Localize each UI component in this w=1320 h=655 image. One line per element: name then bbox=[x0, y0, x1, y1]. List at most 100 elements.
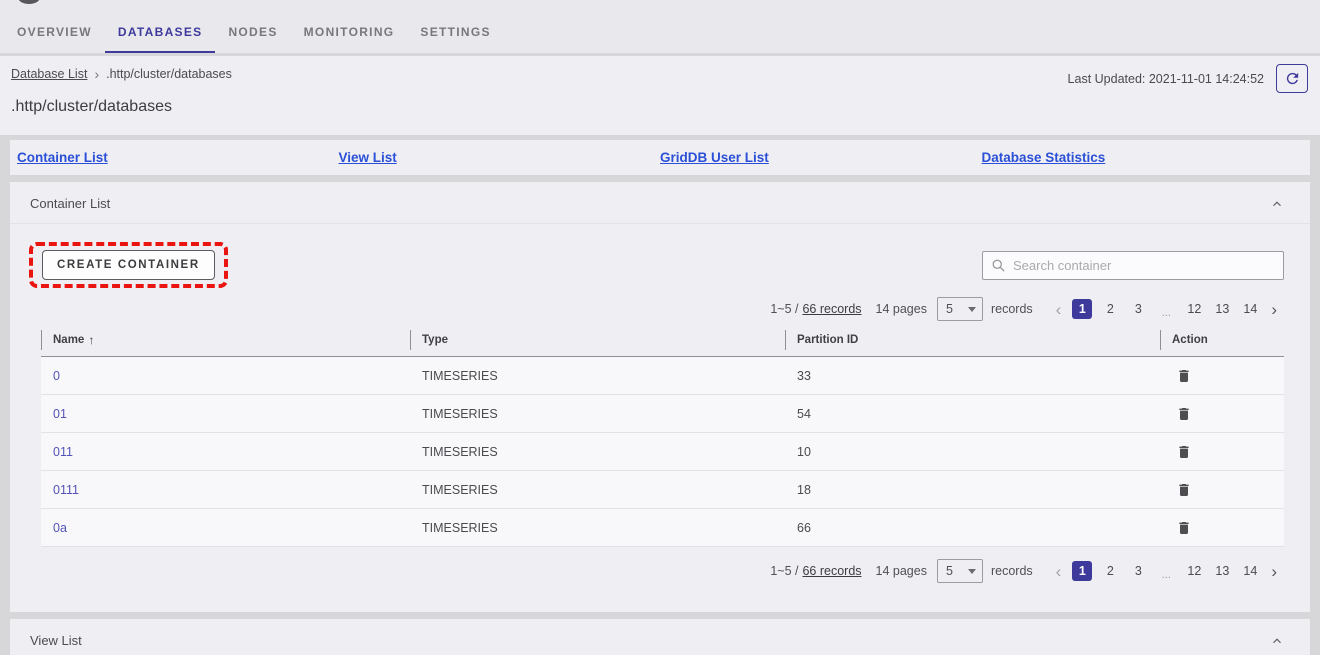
column-header-action: Action bbox=[1160, 330, 1284, 350]
page-ellipsis: ... bbox=[1156, 299, 1176, 319]
page-number-3[interactable]: 3 bbox=[1128, 299, 1148, 319]
page-number-14[interactable]: 14 bbox=[1240, 299, 1260, 319]
next-page-icon[interactable]: › bbox=[1264, 563, 1284, 580]
records-suffix-label: records bbox=[991, 302, 1033, 316]
column-header-type[interactable]: Type bbox=[410, 330, 785, 350]
prev-page-icon[interactable]: ‹ bbox=[1049, 563, 1069, 580]
sort-ascending-icon: ↑ bbox=[88, 333, 94, 347]
container-name-link[interactable]: 0111 bbox=[53, 483, 79, 497]
container-type-cell: TIMESERIES bbox=[410, 407, 785, 421]
caret-down-icon bbox=[968, 307, 976, 312]
page-size-select[interactable]: 5 bbox=[937, 559, 983, 583]
pagination-bottom: 1~5 / 66 records 14 pages 5 records ‹ 1 … bbox=[41, 559, 1284, 583]
refresh-icon bbox=[1284, 70, 1301, 87]
table-row: 0111 TIMESERIES 18 bbox=[41, 471, 1284, 509]
section-links-bar: Container List View List GridDB User Lis… bbox=[10, 140, 1310, 175]
partition-id-cell: 33 bbox=[785, 369, 1160, 383]
delete-container-button[interactable] bbox=[1174, 403, 1194, 425]
search-icon bbox=[991, 258, 1006, 273]
page-navigation: ‹ 1 2 3 ... 12 13 14 › bbox=[1049, 561, 1284, 581]
prev-page-icon[interactable]: ‹ bbox=[1049, 301, 1069, 318]
container-name-link[interactable]: 0 bbox=[53, 369, 60, 383]
next-page-icon[interactable]: › bbox=[1264, 301, 1284, 318]
link-container-list[interactable]: Container List bbox=[17, 150, 339, 165]
container-name-link[interactable]: 011 bbox=[53, 445, 73, 459]
page-number-2[interactable]: 2 bbox=[1100, 561, 1120, 581]
page-number-2[interactable]: 2 bbox=[1100, 299, 1120, 319]
container-list-panel-header: Container List bbox=[10, 182, 1310, 224]
delete-container-button[interactable] bbox=[1174, 365, 1194, 387]
page-number-12[interactable]: 12 bbox=[1184, 561, 1204, 581]
container-type-cell: TIMESERIES bbox=[410, 483, 785, 497]
pages-count-text: 14 pages bbox=[876, 564, 927, 578]
refresh-button[interactable] bbox=[1276, 64, 1308, 93]
search-container-input[interactable] bbox=[1013, 258, 1275, 273]
partition-id-cell: 66 bbox=[785, 521, 1160, 535]
create-container-button[interactable]: CREATE CONTAINER bbox=[42, 250, 215, 280]
pagination-top: 1~5 / 66 records 14 pages 5 records ‹ 1 … bbox=[41, 297, 1284, 321]
delete-container-button[interactable] bbox=[1174, 517, 1194, 539]
breadcrumb-separator: › bbox=[94, 67, 99, 81]
table-row: 0 TIMESERIES 33 bbox=[41, 357, 1284, 395]
page-size-value: 5 bbox=[946, 302, 953, 316]
link-view-list[interactable]: View List bbox=[339, 150, 661, 165]
page-navigation: ‹ 1 2 3 ... 12 13 14 › bbox=[1049, 299, 1284, 319]
view-list-panel-header: View List bbox=[10, 619, 1310, 655]
tab-overview[interactable]: OVERVIEW bbox=[4, 15, 105, 53]
tab-settings[interactable]: SETTINGS bbox=[407, 15, 503, 53]
page-size-select[interactable]: 5 bbox=[937, 297, 983, 321]
column-header-partition-id[interactable]: Partition ID bbox=[785, 330, 1160, 350]
column-header-name[interactable]: Name ↑ bbox=[41, 330, 410, 350]
page-number-13[interactable]: 13 bbox=[1212, 561, 1232, 581]
breadcrumb-current: .http/cluster/databases bbox=[106, 67, 232, 81]
page-ellipsis: ... bbox=[1156, 561, 1176, 581]
link-griddb-user-list[interactable]: GridDB User List bbox=[660, 150, 982, 165]
view-list-panel: View List bbox=[10, 619, 1310, 655]
page-header: Database List › .http/cluster/databases … bbox=[0, 56, 1320, 135]
table-row: 011 TIMESERIES 10 bbox=[41, 433, 1284, 471]
annotation-highlight-box: CREATE CONTAINER bbox=[29, 242, 228, 288]
page-number-3[interactable]: 3 bbox=[1128, 561, 1148, 581]
container-toolbar: CREATE CONTAINER bbox=[41, 242, 1284, 288]
page-size-value: 5 bbox=[946, 564, 953, 578]
container-type-cell: TIMESERIES bbox=[410, 521, 785, 535]
tab-nodes[interactable]: NODES bbox=[215, 15, 290, 53]
tab-monitoring[interactable]: MONITORING bbox=[291, 15, 408, 53]
records-suffix-label: records bbox=[991, 564, 1033, 578]
records-count-link[interactable]: 66 records bbox=[802, 564, 861, 578]
container-table-header: Name ↑ Type Partition ID Action bbox=[41, 330, 1284, 357]
trash-icon bbox=[1176, 443, 1192, 461]
pages-count-text: 14 pages bbox=[876, 302, 927, 316]
partition-id-cell: 18 bbox=[785, 483, 1160, 497]
main-nav: OVERVIEW DATABASES NODES MONITORING SETT… bbox=[0, 0, 1320, 53]
breadcrumb-link-database-list[interactable]: Database List bbox=[11, 67, 87, 81]
tab-databases[interactable]: DATABASES bbox=[105, 15, 216, 53]
view-list-collapse-button[interactable] bbox=[1264, 634, 1290, 648]
trash-icon bbox=[1176, 405, 1192, 423]
view-list-panel-title: View List bbox=[30, 633, 82, 648]
page-number-12[interactable]: 12 bbox=[1184, 299, 1204, 319]
trash-icon bbox=[1176, 481, 1192, 499]
records-count-link[interactable]: 66 records bbox=[802, 302, 861, 316]
delete-container-button[interactable] bbox=[1174, 479, 1194, 501]
page-number-14[interactable]: 14 bbox=[1240, 561, 1260, 581]
caret-down-icon bbox=[968, 569, 976, 574]
partition-id-cell: 54 bbox=[785, 407, 1160, 421]
record-range-text: 1~5 / bbox=[770, 302, 798, 316]
table-row: 0a TIMESERIES 66 bbox=[41, 509, 1284, 547]
container-name-link[interactable]: 0a bbox=[53, 521, 67, 535]
page-title: .http/cluster/databases bbox=[11, 98, 1309, 116]
page-number-1[interactable]: 1 bbox=[1072, 299, 1092, 319]
container-name-link[interactable]: 01 bbox=[53, 407, 67, 421]
partition-id-cell: 10 bbox=[785, 445, 1160, 459]
column-name-label: Name bbox=[53, 334, 84, 346]
last-updated-text: Last Updated: 2021-11-01 14:24:52 bbox=[1068, 72, 1264, 86]
trash-icon bbox=[1176, 519, 1192, 537]
container-list-collapse-button[interactable] bbox=[1264, 197, 1290, 211]
link-database-statistics[interactable]: Database Statistics bbox=[982, 150, 1304, 165]
page-number-1[interactable]: 1 bbox=[1072, 561, 1092, 581]
page-number-13[interactable]: 13 bbox=[1212, 299, 1232, 319]
chevron-up-icon bbox=[1270, 197, 1284, 211]
delete-container-button[interactable] bbox=[1174, 441, 1194, 463]
container-list-panel: Container List CREATE CONTAINER 1~5 / 66… bbox=[10, 182, 1310, 612]
